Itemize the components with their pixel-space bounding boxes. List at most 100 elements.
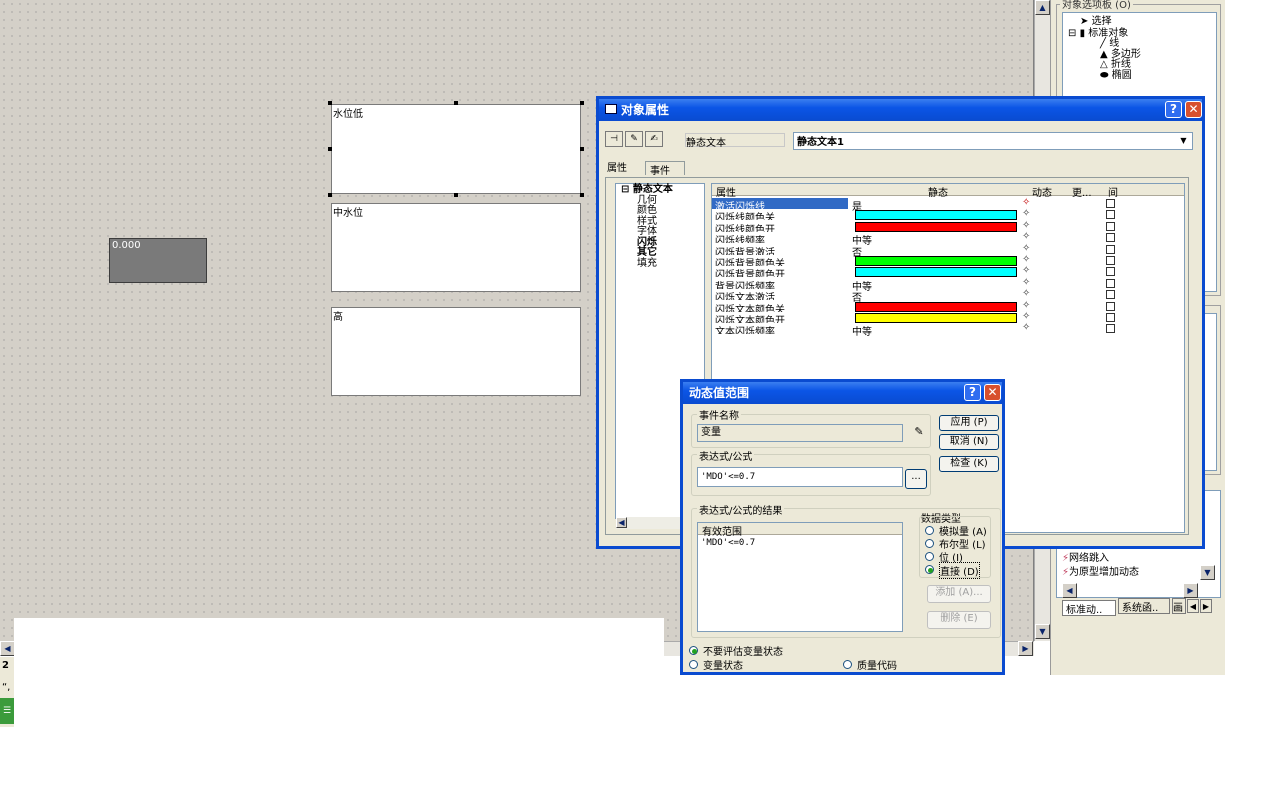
indirect-checkbox[interactable]	[1106, 199, 1115, 208]
check-button[interactable]: 检查 (K)	[939, 456, 999, 472]
help-button[interactable]: ?	[1165, 101, 1182, 118]
wizard-item-network-jump[interactable]: ⚡网络跳入	[1062, 553, 1109, 565]
lightning-bolt-icon[interactable]: ✧	[1022, 265, 1030, 276]
radio-tag-status[interactable]	[689, 660, 698, 669]
apply-button[interactable]: 应用 (P)	[939, 415, 999, 431]
static-value[interactable]: 中等	[852, 323, 872, 338]
expression-field[interactable]: 'MDO'<=0.7	[697, 467, 903, 487]
tag-select-icon[interactable]: ✎	[909, 425, 929, 443]
indirect-checkbox[interactable]	[1106, 256, 1115, 265]
col-header-property[interactable]: 属性	[716, 184, 736, 199]
radio-bit[interactable]	[925, 552, 934, 561]
col-header-static[interactable]: 静态	[928, 184, 948, 199]
io-field[interactable]: 0.000	[109, 238, 207, 283]
property-row[interactable]: 闪烁背景颜色关 ✧	[712, 254, 1184, 266]
property-row[interactable]: 文本闪烁频率 中等 ✧	[712, 322, 1184, 338]
color-swatch[interactable]	[855, 313, 1017, 323]
dynamic-active-bolt-icon[interactable]: ✧	[1022, 197, 1030, 208]
lightning-bolt-icon[interactable]: ✧	[1022, 220, 1030, 231]
property-row[interactable]: 背景闪烁频率 中等 ✧	[712, 277, 1184, 293]
browse-button[interactable]: ...	[905, 469, 927, 489]
tab-picture[interactable]: 画	[1172, 598, 1186, 614]
radio-quality-code[interactable]	[843, 660, 852, 669]
add-button[interactable]: 添加 (A)...	[927, 585, 991, 603]
text-box-low-level[interactable]: 水位低	[331, 104, 581, 194]
props-titlebar[interactable]: 对象属性	[599, 99, 1202, 121]
indirect-checkbox[interactable]	[1106, 221, 1115, 231]
cancel-button[interactable]: 取消 (N)	[939, 434, 999, 450]
lightning-bolt-icon[interactable]: ✧	[1022, 311, 1030, 322]
property-row[interactable]: 闪烁线颜色关 ✧	[712, 208, 1184, 221]
pin-icon[interactable]: ⊣	[605, 131, 623, 147]
lightning-bolt-icon[interactable]: ✧	[1022, 243, 1030, 254]
close-button[interactable]: ✕	[1185, 101, 1202, 118]
indirect-checkbox[interactable]	[1106, 233, 1115, 243]
tab-scroll-right-icon[interactable]: ▶	[1200, 599, 1212, 613]
indirect-checkbox[interactable]	[1106, 324, 1115, 334]
scroll-up-arrow-icon[interactable]: ▲	[1035, 0, 1050, 15]
selection-handle[interactable]	[328, 101, 332, 105]
wizard-scroll-left-icon[interactable]: ◀	[1062, 583, 1077, 598]
col-header-indirect[interactable]: 间	[1108, 184, 1118, 199]
copy-property-icon[interactable]: ✎	[625, 131, 643, 147]
selection-handle[interactable]	[454, 101, 458, 105]
indirect-checkbox[interactable]	[1106, 301, 1115, 311]
lightning-bolt-icon[interactable]: ✧	[1022, 322, 1030, 333]
radio-direct[interactable]	[925, 565, 934, 574]
chevron-down-icon[interactable]: ▼	[1176, 134, 1191, 148]
tab-system-functions[interactable]: 系统函..	[1118, 598, 1170, 614]
tab-properties[interactable]: 属性	[607, 159, 627, 174]
radio-analog[interactable]	[925, 526, 934, 535]
color-swatch[interactable]	[855, 210, 1017, 221]
property-row[interactable]: 闪烁线频率 中等 ✧	[712, 231, 1184, 247]
scroll-left-arrow-icon[interactable]: ◀	[616, 517, 627, 528]
color-swatch[interactable]	[855, 221, 1017, 232]
property-row[interactable]: 闪烁背景颜色开 ✧	[712, 265, 1184, 278]
property-row[interactable]: 激活闪烁线是 ✧	[712, 197, 1184, 213]
app-icon[interactable]: ☰	[0, 698, 14, 724]
color-swatch[interactable]	[855, 301, 1017, 312]
lightning-bolt-icon[interactable]: ✧	[1022, 231, 1030, 242]
scroll-right-arrow-icon[interactable]: ▶	[1018, 641, 1033, 656]
indirect-checkbox[interactable]	[1106, 210, 1115, 220]
tree-root-static-text[interactable]: ⊟ 静态文本	[621, 184, 673, 196]
result-row[interactable]: 'MDO'<=0.7	[701, 538, 755, 548]
close-button[interactable]: ✕	[984, 384, 1001, 401]
tree-item-filling[interactable]: 填充	[637, 258, 673, 270]
help-button[interactable]: ?	[964, 384, 981, 401]
collapse-icon[interactable]: ⊟	[621, 184, 629, 195]
tab-events[interactable]: 事件	[645, 161, 685, 177]
scroll-left-arrow-icon[interactable]: ◀	[0, 641, 15, 656]
tree-item-colors[interactable]: 颜色	[637, 205, 673, 217]
property-row[interactable]: 闪烁文本颜色开 ✧	[712, 311, 1184, 323]
property-row[interactable]: 闪烁背景激活否 ✧	[712, 243, 1184, 259]
tab-standard-dynamics[interactable]: 标准动..	[1062, 600, 1116, 616]
tree-item-select[interactable]: ➤ 选择	[1068, 16, 1141, 28]
tree-item-font[interactable]: 字体	[637, 226, 673, 238]
text-box-mid-level[interactable]: 中水位	[331, 203, 581, 292]
wizard-scroll-down-icon[interactable]: ▼	[1200, 565, 1215, 580]
radio-bool[interactable]	[925, 539, 934, 548]
paste-property-icon[interactable]: ✍	[645, 131, 663, 147]
indirect-checkbox[interactable]	[1106, 244, 1115, 254]
lightning-bolt-icon[interactable]: ✧	[1022, 300, 1030, 311]
indirect-checkbox[interactable]	[1106, 267, 1115, 277]
indirect-checkbox[interactable]	[1106, 290, 1115, 300]
lightning-bolt-icon[interactable]: ✧	[1022, 254, 1030, 265]
delete-button[interactable]: 删除 (E)	[927, 611, 991, 629]
dyn-titlebar[interactable]: 动态值范围	[683, 382, 1002, 404]
lightning-bolt-icon[interactable]: ✧	[1022, 208, 1030, 219]
property-row[interactable]: 闪烁线颜色开 ✧	[712, 220, 1184, 232]
wizard-item-add-dynamics[interactable]: ⚡为原型增加动态	[1062, 567, 1139, 579]
radio-no-eval-status[interactable]	[689, 646, 698, 655]
tree-item-ellipse[interactable]: ⬬ 椭圆	[1100, 70, 1141, 82]
lightning-bolt-icon[interactable]: ✧	[1022, 277, 1030, 288]
col-header-dynamic[interactable]: 动态	[1032, 184, 1052, 199]
selection-handle[interactable]	[454, 193, 458, 197]
property-row[interactable]: 闪烁文本颜色关 ✧	[712, 300, 1184, 312]
indirect-checkbox[interactable]	[1106, 278, 1115, 288]
collapse-icon[interactable]: ⊟	[1068, 28, 1076, 39]
tree-item-misc[interactable]: 其它	[637, 247, 673, 259]
scroll-down-arrow-icon[interactable]: ▼	[1035, 624, 1050, 639]
lightning-bolt-icon[interactable]: ✧	[1022, 288, 1030, 299]
